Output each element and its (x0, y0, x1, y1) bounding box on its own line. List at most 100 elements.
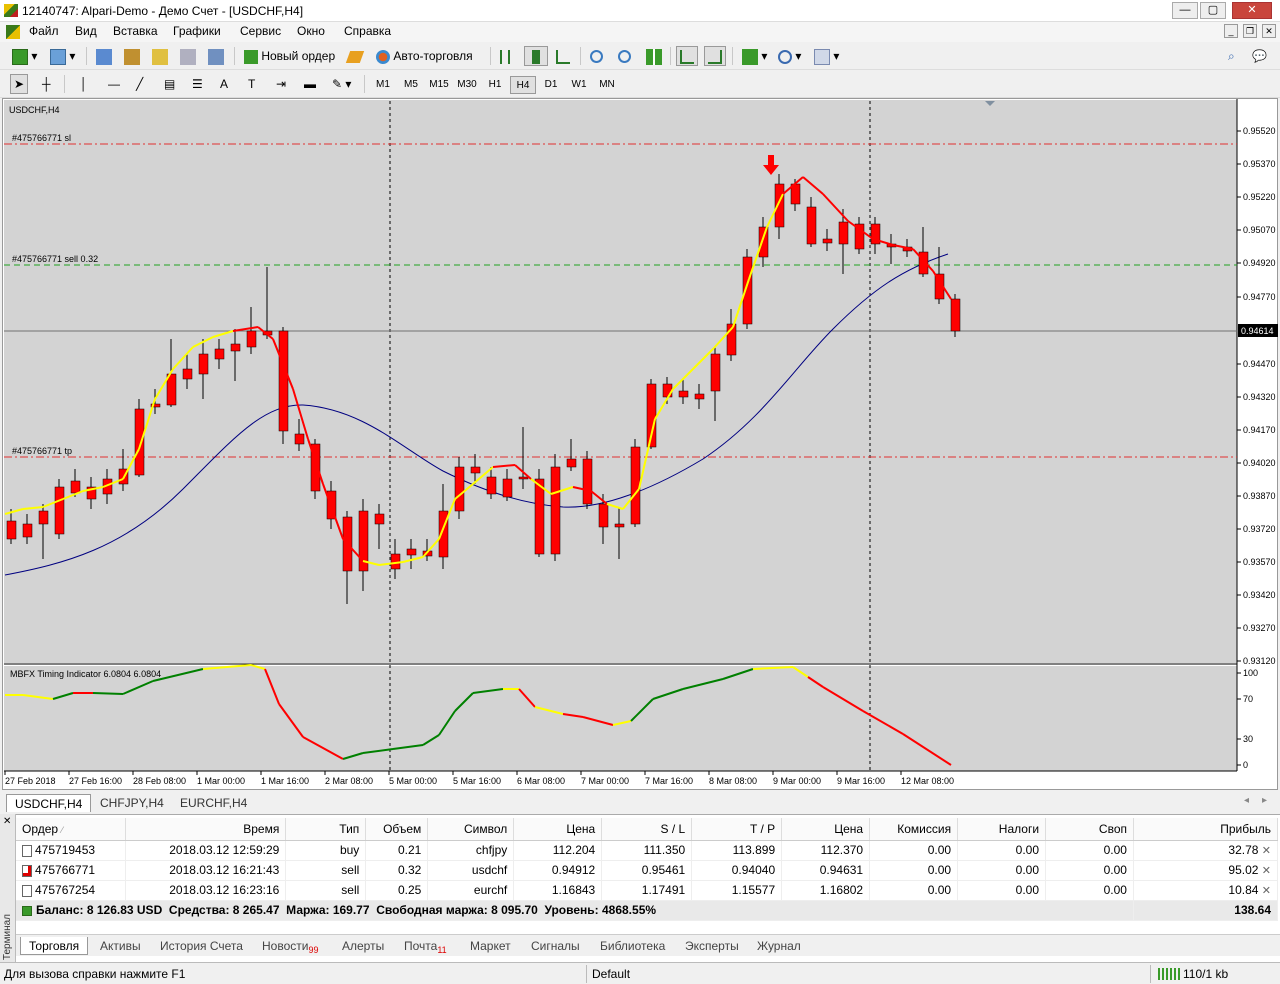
tester-button[interactable] (204, 46, 228, 66)
mdi-minimize-button[interactable]: _ (1224, 24, 1238, 38)
minimize-button[interactable]: — (1172, 2, 1198, 19)
metaeditor-button[interactable] (344, 46, 366, 66)
timeframe-m30[interactable]: M30 (454, 76, 480, 94)
col-volume[interactable]: Объем (365, 818, 429, 841)
market-watch-button[interactable] (92, 46, 116, 66)
close-order-icon[interactable]: ✕ (1262, 885, 1271, 897)
timeframe-h1[interactable]: H1 (482, 76, 508, 94)
line-chart-button[interactable] (552, 46, 574, 66)
col-tp[interactable]: T / P (691, 818, 783, 841)
chart-window[interactable]: USDCHF,H4 #475766771 sl #475766771 sell … (2, 98, 1278, 790)
bar-chart-button[interactable] (496, 46, 514, 66)
mdi-restore-button[interactable]: ❐ (1243, 24, 1257, 38)
tab-news[interactable]: Новости99 (262, 937, 318, 955)
candlestick-button[interactable] (524, 46, 548, 66)
menu-help[interactable]: Справка (344, 24, 391, 38)
col-swap[interactable]: Своп (1045, 818, 1134, 841)
col-time[interactable]: Время (125, 818, 287, 841)
entry-label: #475766771 sell 0.32 (12, 254, 98, 264)
new-order-button[interactable]: Новый ордер (240, 46, 339, 66)
shapes-button[interactable]: ▬ (300, 74, 320, 94)
close-order-icon[interactable]: ✕ (1262, 865, 1271, 877)
menu-tools[interactable]: Сервис (240, 24, 281, 38)
col-symbol[interactable]: Символ (427, 818, 515, 841)
timeframe-m5[interactable]: M5 (398, 76, 424, 94)
chart-tab-chfjpy[interactable]: CHFJPY,H4 (92, 794, 172, 812)
more-objects-button[interactable]: ✎ ▾ (328, 74, 355, 94)
vertical-line-button[interactable]: │ (76, 74, 92, 94)
trendline-button[interactable]: ╱ (132, 74, 147, 94)
terminal-close-icon[interactable]: ✕ (3, 816, 11, 827)
tab-market[interactable]: Маркет (470, 937, 511, 955)
timeframe-m15[interactable]: M15 (426, 76, 452, 94)
text-button[interactable]: A (216, 74, 232, 94)
menu-charts[interactable]: Графики (173, 24, 221, 38)
order-row[interactable]: 475767254 2018.03.12 16:23:16 sell 0.25 … (16, 880, 1279, 901)
candle-body (614, 523, 625, 528)
data-window-button[interactable] (120, 46, 144, 66)
periods-button[interactable]: ▾ (774, 46, 805, 66)
chat-button[interactable]: 💬 (1248, 46, 1271, 66)
cursor-button[interactable]: ➤ (10, 74, 29, 94)
timeframe-d1[interactable]: D1 (538, 76, 564, 94)
col-price[interactable]: Цена (513, 818, 603, 841)
autotrade-button[interactable]: Авто-торговля (372, 46, 477, 66)
order-row[interactable]: 475766771 2018.03.12 16:21:43 sell 0.32 … (16, 860, 1279, 881)
tab-account-history[interactable]: История Счета (160, 937, 243, 955)
tab-trade[interactable]: Торговля (20, 937, 89, 955)
text-label-button[interactable]: T (244, 74, 259, 94)
tab-scroll-right-icon[interactable]: ▸ (1262, 795, 1267, 806)
tab-mailbox[interactable]: Почта11 (404, 937, 447, 955)
tab-scroll-left-icon[interactable]: ◂ (1244, 795, 1249, 806)
tab-code-base[interactable]: Библиотека (600, 937, 665, 955)
crosshair-button[interactable]: ┼ (38, 74, 55, 94)
tab-signals[interactable]: Сигналы (531, 937, 580, 955)
order-commission: 0.00 (869, 840, 959, 861)
menu-file[interactable]: Файл (29, 24, 59, 38)
timeframe-mn[interactable]: MN (594, 76, 620, 94)
maximize-button[interactable]: ▢ (1200, 2, 1226, 19)
navigator-button[interactable] (148, 46, 172, 66)
chart-tab-eurchf[interactable]: EURCHF,H4 (172, 794, 255, 812)
horizontal-line-button[interactable]: — (104, 74, 124, 94)
col-current-price[interactable]: Цена (781, 818, 871, 841)
tab-journal[interactable]: Журнал (757, 937, 801, 955)
terminal-button[interactable] (176, 46, 200, 66)
chart-shift-button[interactable] (704, 46, 726, 66)
col-sl[interactable]: S / L (601, 818, 693, 841)
menu-window[interactable]: Окно (297, 24, 325, 38)
close-button[interactable]: ✕ (1232, 2, 1272, 19)
fibonacci-button[interactable]: ☰ (188, 74, 207, 94)
channel-button[interactable]: ▤ (160, 74, 179, 94)
auto-scroll-button[interactable] (676, 46, 698, 66)
time-tick-label: 1 Mar 16:00 (261, 776, 309, 786)
close-order-icon[interactable]: ✕ (1262, 845, 1271, 857)
profiles-button[interactable]: ▾ (46, 46, 79, 66)
menu-view[interactable]: Вид (75, 24, 97, 38)
indicators-button[interactable]: ▾ (738, 46, 771, 66)
timeframe-h4[interactable]: H4 (510, 76, 536, 94)
zoom-out-button[interactable] (614, 46, 635, 66)
profile-name[interactable]: Default (592, 967, 630, 981)
search-button[interactable]: ⌕ (1224, 46, 1239, 66)
zoom-in-button[interactable] (586, 46, 607, 66)
arrow-button[interactable]: ⇥ (272, 74, 290, 94)
tab-experts[interactable]: Эксперты (685, 937, 739, 955)
col-type[interactable]: Тип (285, 818, 367, 841)
timeframe-m1[interactable]: M1 (370, 76, 396, 94)
order-row[interactable]: 475719453 2018.03.12 12:59:29 buy 0.21 c… (16, 840, 1279, 861)
col-order[interactable]: Ордер ⁄ (16, 818, 127, 841)
timeframe-w1[interactable]: W1 (566, 76, 592, 94)
tile-windows-button[interactable] (642, 46, 666, 66)
chart-tab-usdchf[interactable]: USDCHF,H4 (6, 794, 92, 812)
col-profit[interactable]: Прибыль (1133, 818, 1279, 841)
menu-insert[interactable]: Вставка (113, 24, 158, 38)
tab-exposure[interactable]: Активы (100, 937, 141, 955)
col-commission[interactable]: Комиссия (869, 818, 959, 841)
tab-alerts[interactable]: Алерты (342, 937, 384, 955)
mdi-close-button[interactable]: ✕ (1262, 24, 1276, 38)
new-chart-button[interactable]: ▾ (8, 46, 41, 66)
templates-button[interactable]: ▾ (810, 46, 843, 66)
col-taxes[interactable]: Налоги (957, 818, 1047, 841)
traffic-label: 110/1 kb (1183, 967, 1229, 981)
